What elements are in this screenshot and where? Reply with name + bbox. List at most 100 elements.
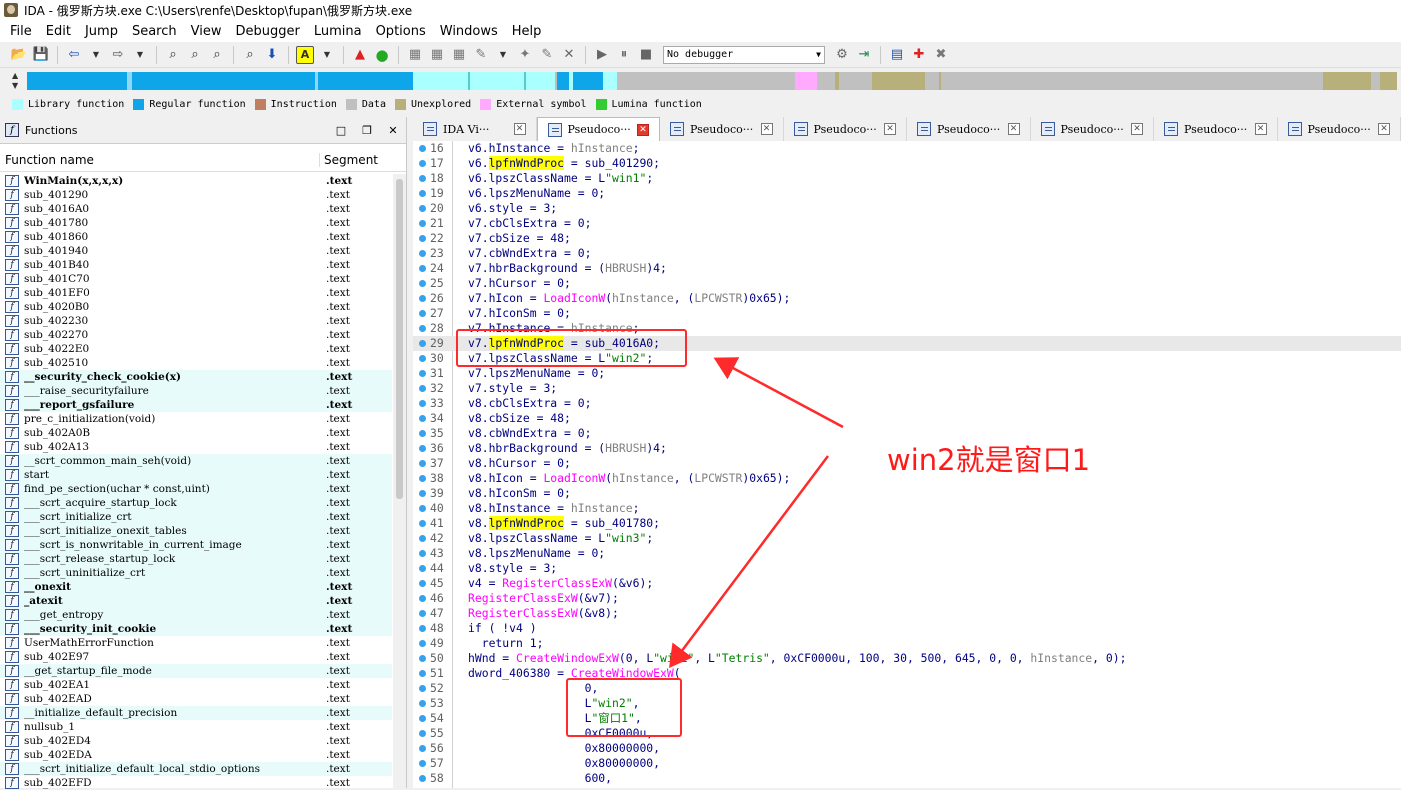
code-line[interactable]: 42 v8.lpszClassName = L"win3"; <box>413 531 1401 546</box>
function-row[interactable]: f sub_401860 .text <box>0 230 392 244</box>
close-tab-icon[interactable]: ✕ <box>884 123 897 135</box>
patch-icon[interactable]: ✎ <box>472 46 490 64</box>
breakpoint-dot-icon[interactable] <box>419 220 426 227</box>
data-item-icon[interactable]: ▦ <box>428 46 446 64</box>
stop-icon[interactable]: ■ <box>637 46 655 64</box>
breakpoint-dot-icon[interactable] <box>419 205 426 212</box>
breakpoint-dot-icon[interactable] <box>419 250 426 257</box>
function-row[interactable]: f ___scrt_initialize_crt .text <box>0 510 392 524</box>
struct-item-icon[interactable]: ▦ <box>450 46 468 64</box>
menu-item-jump[interactable]: Jump <box>78 24 125 39</box>
breakpoint-dot-icon[interactable] <box>419 610 426 617</box>
back-arrow-icon[interactable]: ⇦ <box>65 46 83 64</box>
breakpoint-dot-icon[interactable] <box>419 295 426 302</box>
breakpoint-dot-icon[interactable] <box>419 535 426 542</box>
code-line[interactable]: 58 600, <box>413 771 1401 786</box>
attach-process-icon[interactable]: ⇥ <box>855 46 873 64</box>
tab-pseudocode[interactable]: Pseudoco··· ✕ <box>907 117 1031 141</box>
function-row[interactable]: f ___get_entropy .text <box>0 608 392 622</box>
code-line[interactable]: 49 return 1; <box>413 636 1401 651</box>
code-line[interactable]: 41 v8.lpfnWndProc = sub_401780; <box>413 516 1401 531</box>
breakpoint-dot-icon[interactable] <box>419 235 426 242</box>
function-row[interactable]: f sub_402EA1 .text <box>0 678 392 692</box>
breakpoint-dot-icon[interactable] <box>419 430 426 437</box>
breakpoint-dot-icon[interactable] <box>419 505 426 512</box>
restore-icon[interactable]: ❐ <box>354 124 380 137</box>
jump-down-icon[interactable]: ⬇ <box>263 46 281 64</box>
code-line[interactable]: 34 v8.cbSize = 48; <box>413 411 1401 426</box>
open-file-icon[interactable]: 📂 <box>10 46 28 64</box>
code-line[interactable]: 46 RegisterClassExW(&v7); <box>413 591 1401 606</box>
breakpoint-dot-icon[interactable] <box>419 340 426 347</box>
breakpoint-dot-icon[interactable] <box>419 175 426 182</box>
close-tab-icon[interactable]: ✕ <box>513 123 526 135</box>
function-row[interactable]: f find_pe_section(uchar * const,uint) .tex… <box>0 482 392 496</box>
function-row[interactable]: f nullsub_1 .text <box>0 720 392 734</box>
menu-item-edit[interactable]: Edit <box>39 24 78 39</box>
code-line[interactable]: 54 L"窗口1", <box>413 711 1401 726</box>
code-line[interactable]: 57 0x80000000, <box>413 756 1401 771</box>
close-tab-icon[interactable]: ✕ <box>1254 123 1267 135</box>
function-row[interactable]: f sub_401B40 .text <box>0 258 392 272</box>
play-icon[interactable]: ▶ <box>593 46 611 64</box>
code-line[interactable]: 56 0x80000000, <box>413 741 1401 756</box>
close-x-icon[interactable]: ✕ <box>560 46 578 64</box>
breakpoint-dot-icon[interactable] <box>419 760 426 767</box>
code-line[interactable]: 51 dword_406380 = CreateWindowExW( <box>413 666 1401 681</box>
column-segment[interactable]: Segment <box>320 153 378 167</box>
breakpoint-dot-icon[interactable] <box>419 415 426 422</box>
function-row[interactable]: f ___scrt_uninitialize_crt .text <box>0 566 392 580</box>
function-row[interactable]: f __onexit .text <box>0 580 392 594</box>
remove-breakpoint-icon[interactable]: ✖ <box>932 46 950 64</box>
menu-item-lumina[interactable]: Lumina <box>307 24 369 39</box>
close-tab-icon[interactable]: ✕ <box>637 123 650 136</box>
breakpoint-dot-icon[interactable] <box>419 730 426 737</box>
code-line[interactable]: 53 L"win2", <box>413 696 1401 711</box>
breakpoint-dot-icon[interactable] <box>419 715 426 722</box>
breakpoint-dot-icon[interactable] <box>419 160 426 167</box>
function-row[interactable]: f sub_402E97 .text <box>0 650 392 664</box>
code-line[interactable]: 19 v6.lpszMenuName = 0; <box>413 186 1401 201</box>
code-line[interactable]: 50 hWnd = CreateWindowExW(0, L"win1", L"T… <box>413 651 1401 666</box>
function-row[interactable]: f sub_401780 .text <box>0 216 392 230</box>
code-line[interactable]: 18 v6.lpszClassName = L"win1"; <box>413 171 1401 186</box>
menu-item-debugger[interactable]: Debugger <box>228 24 306 39</box>
breakpoint-dot-icon[interactable] <box>419 385 426 392</box>
function-row[interactable]: f sub_401EF0 .text <box>0 286 392 300</box>
patch-dropdown-icon[interactable]: ▼ <box>494 46 512 64</box>
code-line[interactable]: 52 0, <box>413 681 1401 696</box>
maximize-icon[interactable]: □ <box>328 124 354 137</box>
code-line[interactable]: 21 v7.cbClsExtra = 0; <box>413 216 1401 231</box>
breakpoint-dot-icon[interactable] <box>419 640 426 647</box>
breakpoint-dot-icon[interactable] <box>419 775 426 782</box>
code-line[interactable]: 16 v6.hInstance = hInstance; <box>413 141 1401 156</box>
function-row[interactable]: f ___scrt_is_nonwritable_in_current_image… <box>0 538 392 552</box>
function-row[interactable]: f ___report_gsfailure .text <box>0 398 392 412</box>
code-line[interactable]: 39 v8.hIconSm = 0; <box>413 486 1401 501</box>
forward-arrow-icon[interactable]: ⇨ <box>109 46 127 64</box>
function-row[interactable]: f sub_4022E0 .text <box>0 342 392 356</box>
code-line[interactable]: 23 v7.cbWndExtra = 0; <box>413 246 1401 261</box>
function-row[interactable]: f sub_402A0B .text <box>0 426 392 440</box>
code-line[interactable]: 33 v8.cbClsExtra = 0; <box>413 396 1401 411</box>
code-line[interactable]: 31 v7.lpszMenuName = 0; <box>413 366 1401 381</box>
code-line[interactable]: 55 0xCF0000u, <box>413 726 1401 741</box>
breakpoint-dot-icon[interactable] <box>419 355 426 362</box>
breakpoint-dot-icon[interactable] <box>419 400 426 407</box>
debug-options-icon[interactable]: ⚙ <box>833 46 851 64</box>
search-next-icon[interactable]: ⌕ <box>241 46 259 64</box>
code-line[interactable]: 47 RegisterClassExW(&v8); <box>413 606 1401 621</box>
breakpoint-dot-icon[interactable] <box>419 595 426 602</box>
breakpoint-dot-icon[interactable] <box>419 190 426 197</box>
breakpoint-list-icon[interactable]: ▤ <box>888 46 906 64</box>
function-row[interactable]: f sub_401940 .text <box>0 244 392 258</box>
function-row[interactable]: f ___security_init_cookie .text <box>0 622 392 636</box>
code-line[interactable]: 27 v7.hIconSm = 0; <box>413 306 1401 321</box>
tab-pseudocode[interactable]: Pseudoco··· ✕ <box>1154 117 1278 141</box>
breakpoint-dot-icon[interactable] <box>419 550 426 557</box>
function-row[interactable]: f __initialize_default_precision .text <box>0 706 392 720</box>
breakpoint-dot-icon[interactable] <box>419 745 426 752</box>
function-row[interactable]: f sub_4020B0 .text <box>0 300 392 314</box>
breakpoint-dot-icon[interactable] <box>419 145 426 152</box>
tab-pseudocode[interactable]: Pseudoco··· ✕ <box>784 117 908 141</box>
